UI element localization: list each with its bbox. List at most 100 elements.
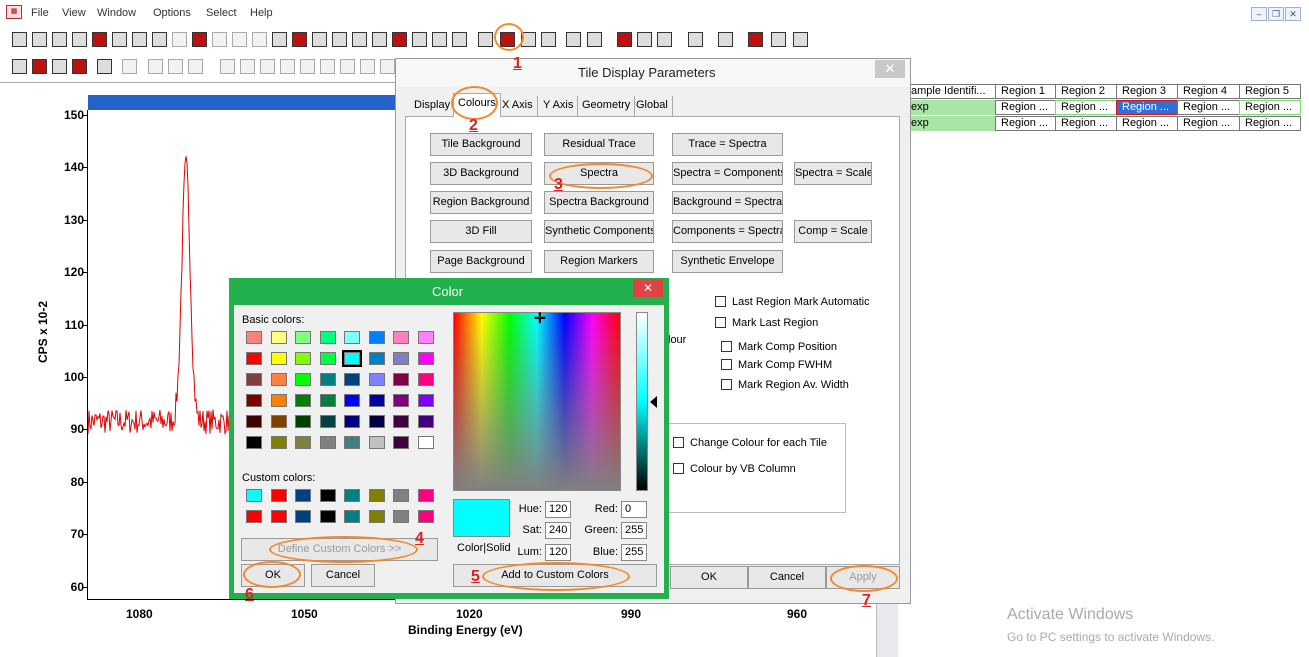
basic-color-swatch[interactable] [393,436,409,449]
tab-x-axis[interactable]: X Axis [498,96,538,116]
toolbar-icon[interactable] [748,32,763,47]
toolbar-icon[interactable] [793,32,808,47]
tile-background-button[interactable]: Tile Background [430,133,532,156]
synthetic-envelope-button[interactable]: Synthetic Envelope [672,250,783,273]
menu-window[interactable]: Window [97,7,136,19]
lum-input[interactable]: 120 [545,544,571,561]
basic-color-swatch[interactable] [417,331,434,344]
toolbar-icon[interactable] [412,32,427,47]
basic-color-swatch[interactable] [246,436,262,449]
toolbar-icon[interactable] [771,32,786,47]
green-input[interactable]: 255 [621,522,647,539]
toolbar-icon[interactable] [122,59,137,74]
custom-color-swatch[interactable] [246,489,262,502]
grid-cell[interactable]: Region ... [1177,100,1240,115]
menu-file[interactable]: File [31,7,49,19]
custom-color-swatch[interactable] [368,510,385,523]
residual-trace-button[interactable]: Residual Trace [544,133,654,156]
basic-color-swatch[interactable] [295,415,311,428]
sat-input[interactable]: 240 [545,522,571,539]
toolbar-icon[interactable] [637,32,652,47]
color-spectrum-picker[interactable] [453,312,621,491]
toolbar-icon[interactable] [478,32,493,47]
toolbar-icon[interactable] [168,59,183,74]
spectra-equals-scale-button[interactable]: Spectra = Scale [794,162,872,185]
toolbar-icon[interactable] [52,59,67,74]
mark-last-region-checkbox[interactable]: Mark Last Region [715,317,818,329]
basic-color-swatch[interactable] [393,373,409,386]
toolbar-icon[interactable] [260,59,275,74]
grid-cell[interactable]: Region ... [995,116,1056,131]
basic-color-swatch[interactable] [295,436,311,449]
toolbar-icon[interactable] [188,59,203,74]
3d-fill-button[interactable]: 3D Fill [430,220,532,243]
tile-ok-button[interactable]: OK [670,566,748,589]
mark-comp-fwhm-checkbox[interactable]: Mark Comp FWHM [721,359,832,371]
grid-cell[interactable]: Region ... [1239,100,1301,115]
color-cancel-button[interactable]: Cancel [311,564,375,587]
mark-region-av-width-checkbox[interactable]: Mark Region Av. Width [721,379,849,391]
toolbar-icon[interactable] [212,32,227,47]
toolbar-icon[interactable] [220,59,235,74]
background-equals-spectra-button[interactable]: Background = Spectra [672,191,783,214]
grid-cell[interactable]: Region ... [1239,116,1301,131]
basic-color-swatch[interactable] [344,331,360,344]
tab-global[interactable]: Global [632,96,673,116]
toolbar-icon[interactable] [372,32,387,47]
basic-color-swatch[interactable] [270,352,287,365]
toolbar-icon[interactable] [332,32,347,47]
basic-color-swatch[interactable] [295,331,311,344]
grid-cell[interactable]: Region ... [1055,116,1117,131]
basic-color-swatch[interactable] [344,394,360,407]
basic-color-swatch[interactable] [417,436,434,449]
basic-color-swatch[interactable] [295,373,311,386]
grid-header-cell[interactable]: Region 1 [995,84,1056,99]
tile-cancel-button[interactable]: Cancel [748,566,826,589]
grid-cell[interactable]: Region ... [1116,100,1178,115]
grid-header-cell[interactable]: Region 5 [1239,84,1301,99]
luminance-arrow-icon[interactable] [650,396,657,408]
grid-cell[interactable]: Region ... [1177,116,1240,131]
toolbar-icon[interactable] [192,32,207,47]
toolbar-icon[interactable] [292,32,307,47]
toolbar-icon[interactable] [12,59,27,74]
custom-color-swatch[interactable] [393,510,409,523]
toolbar-icon[interactable] [280,59,295,74]
custom-color-swatch[interactable] [368,489,385,502]
app-icon[interactable]: ▦ [6,5,22,19]
tab-y-axis[interactable]: Y Axis [539,96,579,116]
toolbar-icon[interactable] [392,32,407,47]
trace-equals-spectra-button[interactable]: Trace = Spectra [672,133,783,156]
blue-input[interactable]: 255 [621,544,647,561]
grid-cell[interactable]: Region ... [1055,100,1117,115]
page-background-button[interactable]: Page Background [430,250,532,273]
grid-cell[interactable]: exp [905,116,996,131]
basic-color-swatch[interactable] [393,394,409,407]
basic-color-swatch[interactable] [393,352,409,365]
custom-color-swatch[interactable] [319,510,336,523]
toolbar-icon[interactable] [688,32,703,47]
toolbar-icon[interactable] [97,59,112,74]
basic-color-swatch[interactable] [319,352,336,365]
custom-color-swatch[interactable] [270,510,287,523]
custom-color-swatch[interactable] [344,489,360,502]
3d-background-button[interactable]: 3D Background [430,162,532,185]
comp-equals-scale-button[interactable]: Comp = Scale [794,220,872,243]
change-colour-each-tile-checkbox[interactable]: Change Colour for each Tile [673,437,827,449]
custom-color-swatch[interactable] [344,510,360,523]
toolbar-icon[interactable] [152,32,167,47]
basic-color-swatch[interactable] [368,331,385,344]
basic-color-swatch[interactable] [246,394,262,407]
basic-color-swatch[interactable] [270,373,287,386]
basic-color-swatch[interactable] [344,415,360,428]
region-markers-button[interactable]: Region Markers [544,250,654,273]
basic-color-swatch[interactable] [295,394,311,407]
toolbar-icon[interactable] [452,32,467,47]
toolbar-icon[interactable] [312,32,327,47]
mark-comp-position-checkbox[interactable]: Mark Comp Position [721,341,837,353]
toolbar-icon[interactable] [232,32,247,47]
basic-color-swatch[interactable] [342,350,362,367]
colour-by-vb-column-checkbox[interactable]: Colour by VB Column [673,463,796,475]
color-dialog-close-icon[interactable]: ✕ [633,279,663,297]
basic-color-swatch[interactable] [246,415,262,428]
